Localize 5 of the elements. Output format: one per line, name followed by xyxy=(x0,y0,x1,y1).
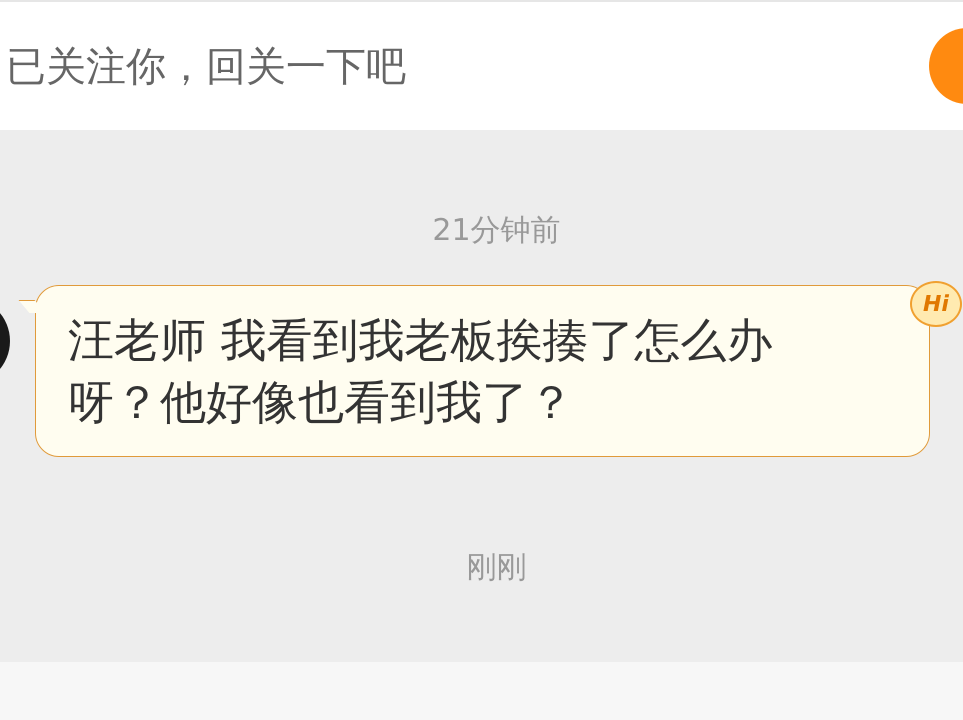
timestamp: 21分钟前 xyxy=(432,212,561,250)
hi-badge: Hi xyxy=(910,281,962,327)
message-text: 汪老师 我看到我老板挨揍了怎么办呀？他好像也看到我了？ xyxy=(68,312,774,431)
timestamp: 刚刚 xyxy=(466,549,526,587)
notice-text: 已关注你，回关一下吧 xyxy=(6,42,406,92)
